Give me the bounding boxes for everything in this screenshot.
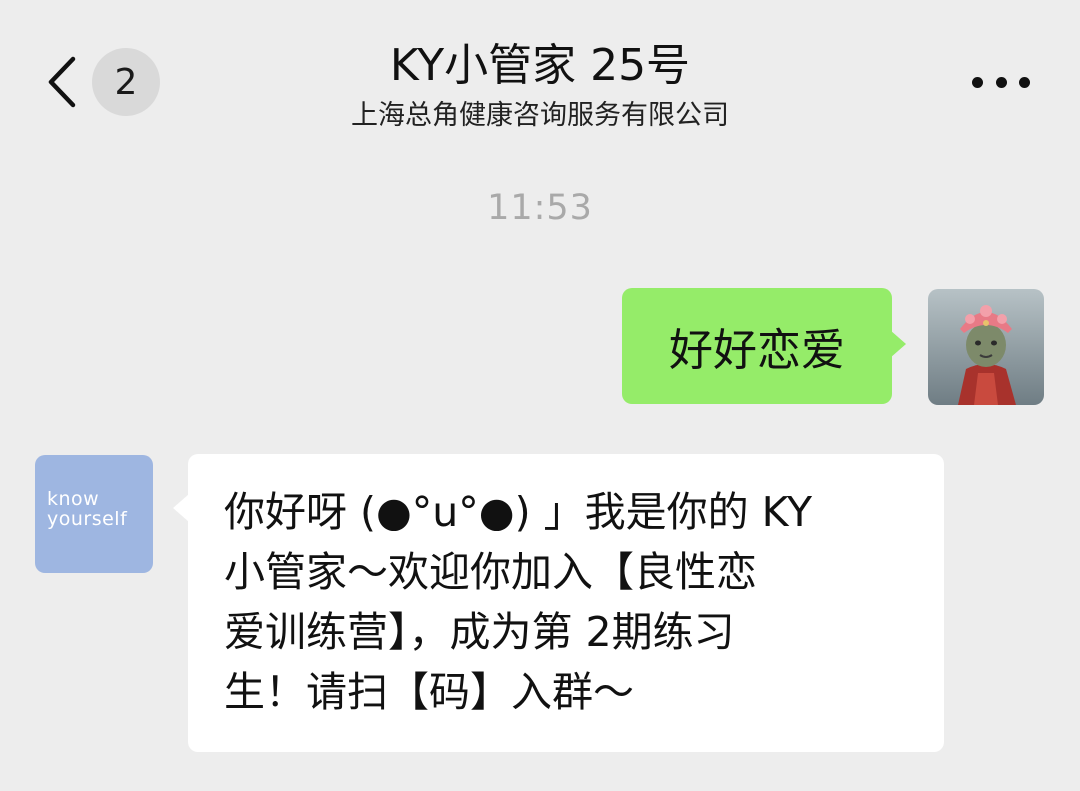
chat-subtitle: 上海总角健康咨询服务有限公司 bbox=[351, 100, 729, 131]
ellipsis-dot bbox=[995, 76, 1007, 88]
message-timestamp: 11:53 bbox=[487, 188, 593, 228]
ky-avatar[interactable]: know yourself bbox=[35, 455, 153, 573]
received-message-line: 生！请扫【码】入群～ bbox=[224, 668, 634, 716]
sent-message-bubble[interactable]: 好好恋爱 bbox=[622, 288, 906, 404]
know-yourself-logo: know yourself bbox=[47, 488, 128, 530]
ellipsis-dot bbox=[1019, 76, 1030, 88]
chat-title: KY小管家 25号 bbox=[389, 40, 691, 91]
chat-title-group: KY小管家 25号 上海总角健康咨询服务有限公司 bbox=[200, 38, 880, 134]
received-message-bubble[interactable]: 你好呀 (●°u°●) 」我是你的 KY 小管家～欢迎你加入【良性恋 爱训练营】… bbox=[173, 454, 944, 752]
avatar-image bbox=[928, 289, 1044, 405]
received-message-line: 你好呀 (●°u°●) 」我是你的 KY bbox=[224, 488, 813, 536]
received-message-line: 小管家～欢迎你加入【良性恋 bbox=[224, 548, 757, 596]
unread-count-badge[interactable]: 2 bbox=[92, 48, 160, 116]
more-options-button[interactable] bbox=[966, 64, 1036, 100]
sent-message-text: 好好恋爱 bbox=[669, 325, 845, 376]
ellipsis-icon bbox=[972, 76, 983, 88]
back-button[interactable] bbox=[40, 52, 84, 112]
my-avatar[interactable] bbox=[928, 289, 1044, 405]
chevron-left-icon bbox=[48, 56, 76, 108]
chat-header: 2 KY小管家 25号 上海总角健康咨询服务有限公司 bbox=[0, 0, 1080, 160]
received-message-line: 爱训练营】，成为第 2期练习 bbox=[224, 608, 735, 656]
